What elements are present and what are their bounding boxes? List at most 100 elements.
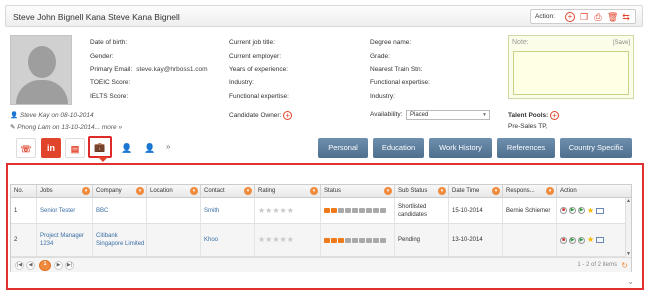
filter-icon[interactable]: ▾: [244, 187, 252, 195]
filter-icon[interactable]: ▾: [310, 187, 318, 195]
delete-icon[interactable]: 🗑: [607, 12, 618, 22]
col-jobs[interactable]: Jobs ▾: [37, 185, 93, 198]
avatar-body-shape: [16, 80, 68, 104]
label: Nearest Train Stn:: [370, 66, 423, 73]
mail-icon[interactable]: [596, 237, 605, 243]
stop-icon[interactable]: ■: [560, 236, 567, 244]
status-segment: [380, 208, 386, 213]
copy-icon[interactable]: ❐: [579, 12, 589, 22]
value[interactable]: steve.kay@hrboss1.com: [136, 66, 207, 73]
col-rating[interactable]: Rating ▾: [255, 185, 321, 198]
col-company[interactable]: Company ▾: [93, 185, 147, 198]
col-date-time[interactable]: Date Time ▾: [449, 185, 503, 198]
filter-icon[interactable]: ▾: [438, 187, 446, 195]
play-icon[interactable]: ▶: [569, 236, 576, 244]
filter-icon[interactable]: ▾: [82, 187, 90, 195]
note-save-button[interactable]: [Save]: [613, 40, 630, 46]
last-page-icon[interactable]: ▶|: [65, 261, 74, 270]
cell-action: ■ ▶ ▶ ★: [557, 198, 625, 223]
created-text: Steve Kay on 08-10-2014: [19, 112, 94, 119]
status-segment: [338, 237, 344, 243]
status-segment: [366, 208, 372, 213]
candidate-header: Steve John Bignell Kana Steve Kana Bigne…: [5, 5, 643, 27]
cell-job[interactable]: Senior Tester: [37, 198, 93, 223]
cell-job[interactable]: Project Manager 1234: [37, 224, 93, 256]
collapse-chevron-icon[interactable]: ⌄: [627, 277, 634, 286]
cell-rating[interactable]: ★★★★★: [255, 198, 321, 223]
linkedin-text: in: [47, 143, 55, 153]
cell-no: 1: [11, 198, 37, 223]
col-location[interactable]: Location ▾: [147, 185, 201, 198]
linkedin-icon[interactable]: in: [41, 138, 61, 158]
col-responsible[interactable]: Respons... ▾: [503, 185, 557, 198]
filter-icon[interactable]: ▾: [136, 187, 144, 195]
person-orange-icon[interactable]: 👤: [117, 138, 137, 158]
transfer-icon[interactable]: ⇆: [621, 12, 631, 22]
action-toolbar: Action: + ❐ ⎙ 🗑 ⇆: [530, 9, 636, 24]
tab-education[interactable]: Education: [373, 138, 424, 158]
col-sub-status[interactable]: Sub Status ▾: [395, 185, 449, 198]
cell-contact[interactable]: Khoo: [201, 224, 255, 256]
filter-icon[interactable]: ▾: [190, 187, 198, 195]
label: Degree name:: [370, 39, 412, 46]
first-page-icon[interactable]: |◀: [15, 261, 24, 270]
next-icon[interactable]: ▶: [578, 207, 585, 214]
cell-responsible: Bernie Schiemer: [503, 198, 557, 223]
play-icon[interactable]: ▶: [569, 207, 576, 214]
modified-meta[interactable]: ✎ Phong Lam on 13-10-2014... more »: [10, 123, 122, 131]
person-blue-icon[interactable]: 👤: [140, 138, 160, 158]
label: Industry:: [229, 79, 254, 86]
col-contact[interactable]: Contact ▾: [201, 185, 255, 198]
field-dob: Date of birth:: [90, 39, 131, 46]
status-segment: [345, 208, 351, 213]
cell-no: 2: [11, 224, 37, 256]
field-employer: Current employer:: [229, 53, 281, 60]
label: Candidate Owner:: [229, 112, 282, 120]
modified-text[interactable]: Phong Lam on 13-10-2014... more »: [17, 124, 122, 131]
print-icon[interactable]: ⎙: [593, 12, 603, 22]
briefcase-icon[interactable]: 💼: [88, 136, 112, 158]
cell-rating[interactable]: ★★★★★: [255, 224, 321, 256]
label: Years of experience:: [229, 66, 289, 73]
cell-responsible: [503, 224, 557, 256]
next-icon[interactable]: ▶: [578, 236, 585, 244]
table-row[interactable]: 2 Project Manager 1234 Citibank Singapor…: [11, 224, 631, 257]
tab-work-history[interactable]: Work History: [429, 138, 492, 158]
star-icon[interactable]: ★: [587, 236, 594, 244]
plus-icon[interactable]: +: [565, 12, 575, 22]
current-page-button[interactable]: 1: [39, 260, 51, 271]
cell-company[interactable]: BBC: [93, 198, 147, 223]
filter-icon[interactable]: ▾: [384, 187, 392, 195]
cell-company[interactable]: Citibank Singapore Limited: [93, 224, 147, 256]
add-talent-pool-icon[interactable]: +: [550, 111, 560, 120]
grid-scrollbar[interactable]: ▲ ▼: [625, 198, 631, 257]
expand-chevron-icon[interactable]: »: [166, 142, 170, 151]
star-rating-icon[interactable]: ★★★★★: [258, 206, 294, 215]
cell-contact[interactable]: Smith: [201, 198, 255, 223]
tab-references[interactable]: References: [497, 138, 555, 158]
prev-page-icon[interactable]: ◀: [26, 261, 35, 270]
note-textarea[interactable]: [513, 51, 629, 95]
note-panel: Note: [Save]: [508, 35, 634, 99]
note-label: Note:: [512, 39, 529, 46]
filter-icon[interactable]: ▾: [546, 187, 554, 195]
tab-personal[interactable]: Personal: [318, 138, 368, 158]
action-label: Action:: [535, 13, 555, 20]
next-page-icon[interactable]: ▶: [54, 261, 63, 270]
star-rating-icon[interactable]: ★★★★★: [258, 236, 294, 244]
col-status[interactable]: Status ▾: [321, 185, 395, 198]
add-owner-icon[interactable]: +: [283, 111, 293, 120]
tab-country-specific[interactable]: Country Specific: [560, 138, 632, 158]
scroll-up-icon[interactable]: ▲: [626, 198, 631, 204]
contact-card-icon[interactable]: ☏: [16, 138, 36, 158]
availability-select[interactable]: Placed ▼: [406, 110, 490, 120]
mail-icon[interactable]: [596, 207, 605, 214]
stop-icon[interactable]: ■: [560, 207, 567, 214]
filter-icon[interactable]: ▾: [492, 187, 500, 195]
status-progress: [324, 237, 386, 243]
table-row[interactable]: 1 Senior Tester BBC Smith ★★★★★ Shortlis…: [11, 198, 631, 224]
refresh-icon[interactable]: ↻: [621, 261, 628, 270]
star-icon[interactable]: ★: [587, 206, 594, 215]
document-icon[interactable]: ▤: [65, 138, 85, 158]
chevron-down-icon: ▼: [482, 112, 487, 118]
